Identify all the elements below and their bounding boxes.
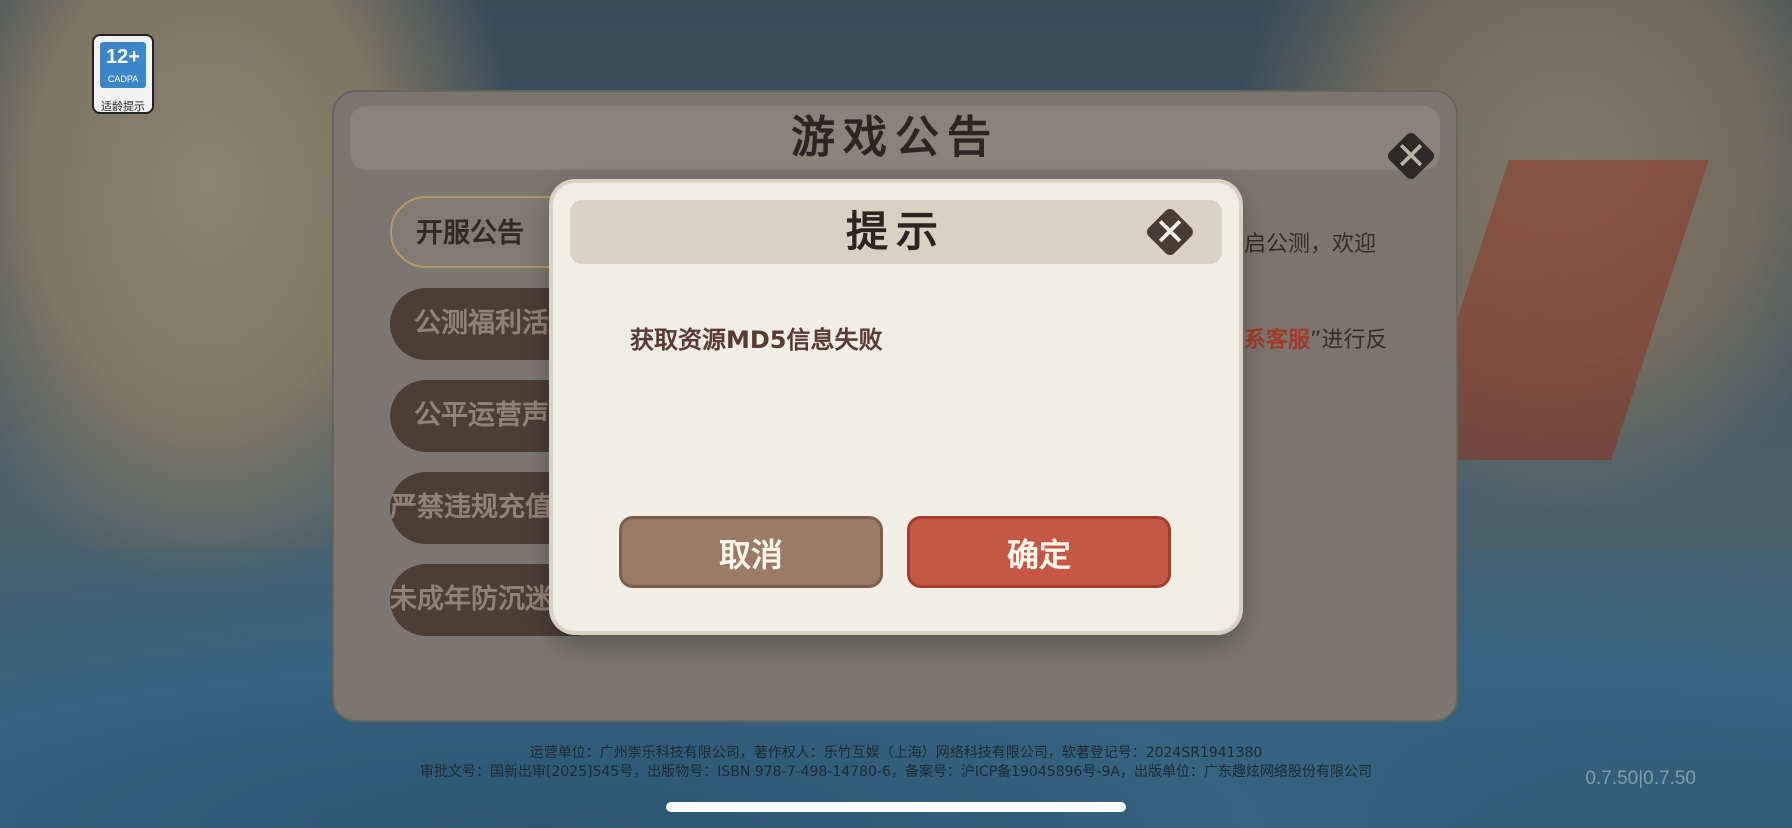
age-rating-tip: 适龄提示 bbox=[101, 100, 145, 113]
notice-content-line2-rest: ”进行反 bbox=[1310, 328, 1388, 353]
home-indicator[interactable] bbox=[666, 802, 1126, 812]
notice-close-button[interactable]: ✕ bbox=[1383, 128, 1439, 184]
version-label: 0.7.50|0.7.50 bbox=[1585, 768, 1696, 789]
age-rating-number: 12+ bbox=[106, 46, 140, 68]
close-icon: ✕ bbox=[1154, 210, 1186, 254]
alert-dialog: 提示 ✕ 获取资源MD5信息失败 取消 确定 bbox=[553, 183, 1239, 631]
notice-content-line1: 开启公测，欢迎 bbox=[1222, 232, 1377, 257]
confirm-button[interactable]: 确定 bbox=[907, 516, 1171, 588]
dialog-title: 提示 bbox=[845, 207, 946, 256]
age-rating-badge: 12+ CADPA 适龄提示 bbox=[92, 34, 154, 114]
dialog-close-button[interactable]: ✕ bbox=[1142, 204, 1198, 260]
notice-header: 游戏公告 ✕ bbox=[350, 106, 1440, 182]
cancel-button[interactable]: 取消 bbox=[619, 516, 883, 588]
dialog-message: 获取资源MD5信息失败 bbox=[630, 326, 883, 354]
close-icon: ✕ bbox=[1395, 134, 1427, 178]
notice-title: 游戏公告 bbox=[791, 112, 999, 163]
notice-content-line2: 联系客服”进行反 bbox=[1222, 322, 1387, 354]
footer-line2: 审批文号：国新出审[2025]545号，出版物号：ISBN 978-7-498-… bbox=[420, 764, 1372, 780]
footer-line1: 运营单位：广州崇乐科技有限公司，著作权人：乐竹互娱（上海）网络科技有限公司，软著… bbox=[529, 745, 1263, 761]
dialog-header: 提示 ✕ bbox=[570, 200, 1222, 264]
age-rating-org: CADPA bbox=[107, 74, 139, 84]
